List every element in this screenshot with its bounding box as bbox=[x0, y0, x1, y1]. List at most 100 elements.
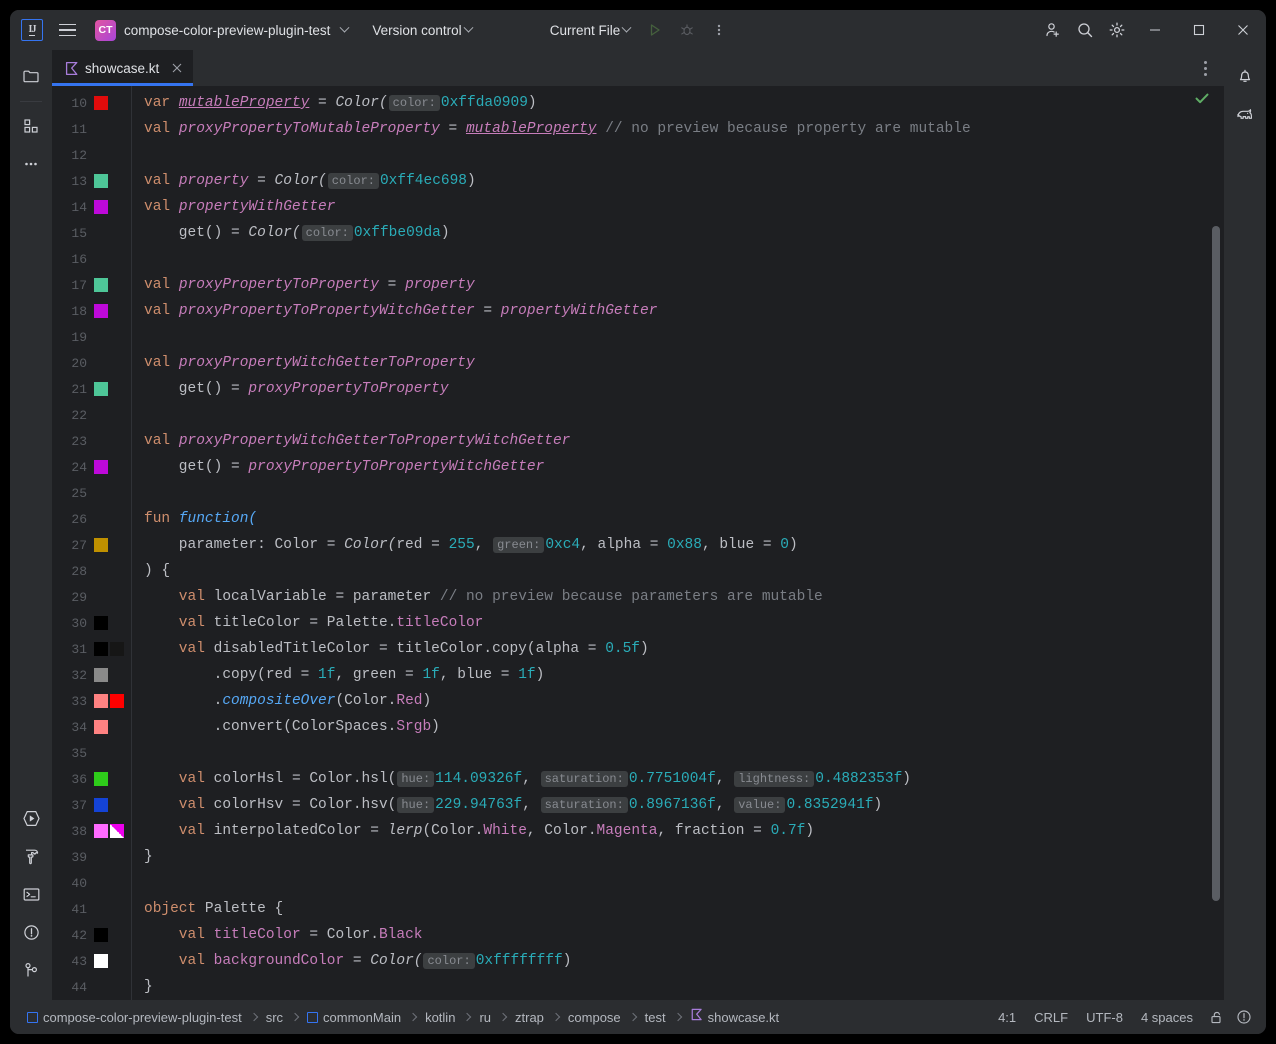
sidebar-item-database[interactable] bbox=[1229, 98, 1261, 130]
line-number: 32 bbox=[71, 667, 87, 683]
sidebar-item-project[interactable] bbox=[15, 60, 47, 92]
color-preview-swatch[interactable] bbox=[94, 278, 108, 292]
breadcrumb-item[interactable]: ru bbox=[476, 1008, 494, 1027]
code-token: 0.7f bbox=[770, 823, 806, 839]
maximize-icon[interactable] bbox=[1178, 10, 1220, 50]
breadcrumb-item[interactable]: compose bbox=[565, 1008, 624, 1027]
breadcrumb-item[interactable]: test bbox=[642, 1008, 669, 1027]
color-preview-swatch[interactable] bbox=[94, 798, 108, 812]
code-token: 0.8967136f bbox=[628, 797, 716, 813]
more-actions-button[interactable] bbox=[704, 16, 734, 44]
hamburger-menu-icon[interactable] bbox=[52, 16, 82, 44]
line-separator-widget[interactable]: CRLF bbox=[1025, 1007, 1077, 1028]
gutter-line: 21 bbox=[52, 376, 132, 402]
color-preview-swatch[interactable] bbox=[94, 720, 108, 734]
right-tool-window-stripe bbox=[1224, 50, 1266, 1000]
breadcrumb-item[interactable]: commonMain bbox=[304, 1008, 404, 1027]
code-line: val proxyPropertyWitchGetterToPropertyWi… bbox=[132, 428, 1224, 454]
line-number: 13 bbox=[71, 173, 87, 189]
version-control-widget[interactable]: Version control bbox=[364, 19, 479, 42]
color-preview-swatch[interactable] bbox=[94, 694, 108, 708]
line-number: 33 bbox=[71, 693, 87, 709]
breadcrumb-item[interactable]: kotlin bbox=[422, 1008, 458, 1027]
parameter-hint: color: bbox=[388, 95, 440, 111]
sidebar-item-run[interactable] bbox=[15, 802, 47, 834]
close-icon[interactable] bbox=[169, 60, 185, 76]
gutter-line: 29 bbox=[52, 584, 132, 610]
editor-tab-label: showcase.kt bbox=[85, 60, 160, 76]
gutter-line: 12 bbox=[52, 142, 132, 168]
code-token: = Color. bbox=[300, 927, 379, 943]
color-preview-swatch[interactable] bbox=[94, 96, 108, 110]
code-token: val bbox=[144, 303, 179, 319]
code-token: = bbox=[378, 277, 406, 293]
color-preview-swatch[interactable] bbox=[110, 824, 124, 838]
gutter-line: 17 bbox=[52, 272, 132, 298]
add-account-icon[interactable] bbox=[1038, 16, 1068, 44]
gutter-color-swatches bbox=[90, 928, 128, 942]
caret-position-widget[interactable]: 4:1 bbox=[989, 1007, 1025, 1028]
color-preview-swatch[interactable] bbox=[94, 954, 108, 968]
breadcrumb-label: test bbox=[644, 1009, 666, 1025]
sidebar-item-more[interactable] bbox=[15, 148, 47, 180]
tab-options-icon[interactable] bbox=[1192, 55, 1218, 81]
project-widget[interactable]: CT compose-color-preview-plugin-test bbox=[90, 17, 356, 44]
editor-vertical-scrollbar[interactable] bbox=[1212, 226, 1220, 901]
breadcrumb-item[interactable]: compose-color-preview-plugin-test bbox=[24, 1008, 245, 1027]
code-token: object bbox=[144, 901, 205, 917]
gutter-line: 24 bbox=[52, 454, 132, 480]
debug-button[interactable] bbox=[672, 16, 702, 44]
ide-body: showcase.kt 10 11 12 13 14 15 16 17 18 19 20 21 22 23… bbox=[10, 50, 1266, 1000]
color-preview-swatch[interactable] bbox=[94, 824, 108, 838]
parameter-hint: saturation: bbox=[540, 797, 628, 813]
sidebar-item-problems[interactable] bbox=[15, 916, 47, 948]
sidebar-item-build[interactable] bbox=[15, 840, 47, 872]
unlocked-icon[interactable] bbox=[1202, 1004, 1230, 1030]
color-preview-swatch[interactable] bbox=[94, 200, 108, 214]
line-number: 22 bbox=[71, 407, 87, 423]
color-preview-swatch[interactable] bbox=[94, 772, 108, 786]
gutter-line: 25 bbox=[52, 480, 132, 506]
breadcrumb-item[interactable]: ztrap bbox=[512, 1008, 547, 1027]
indent-widget[interactable]: 4 spaces bbox=[1132, 1007, 1202, 1028]
inspection-status-ok-icon[interactable] bbox=[1194, 90, 1210, 111]
code-editor[interactable]: 10 11 12 13 14 15 16 17 18 19 20 21 22 23 24 25 26 27 28 29… bbox=[52, 86, 1224, 1000]
color-preview-swatch[interactable] bbox=[110, 642, 124, 656]
run-configuration-selector[interactable]: Current File bbox=[542, 19, 639, 42]
close-icon[interactable] bbox=[1222, 10, 1264, 50]
code-line: val titleColor = Color.Black bbox=[132, 922, 1224, 948]
color-preview-swatch[interactable] bbox=[94, 928, 108, 942]
code-token: parameter: Color = bbox=[144, 537, 345, 553]
code-token: colorHsl = Color.hsl( bbox=[213, 771, 397, 787]
code-token: lerp bbox=[387, 823, 423, 839]
search-icon[interactable] bbox=[1070, 16, 1100, 44]
sidebar-item-version-control[interactable] bbox=[15, 954, 47, 986]
color-preview-swatch[interactable] bbox=[94, 304, 108, 318]
sidebar-item-notifications[interactable] bbox=[1229, 60, 1261, 92]
sidebar-item-terminal[interactable] bbox=[15, 878, 47, 910]
color-preview-swatch[interactable] bbox=[94, 616, 108, 630]
color-preview-swatch[interactable] bbox=[94, 382, 108, 396]
gear-icon[interactable] bbox=[1102, 16, 1132, 44]
color-preview-swatch[interactable] bbox=[94, 174, 108, 188]
color-preview-swatch[interactable] bbox=[94, 538, 108, 552]
sidebar-item-structure[interactable] bbox=[15, 110, 47, 142]
editor-gutter[interactable]: 10 11 12 13 14 15 16 17 18 19 20 21 22 23 24 25 26 27 28 29… bbox=[52, 86, 132, 1000]
color-preview-swatch[interactable] bbox=[94, 460, 108, 474]
inspections-widget-icon[interactable] bbox=[1230, 1004, 1258, 1030]
color-preview-swatch[interactable] bbox=[94, 642, 108, 656]
code-line: .convert(ColorSpaces.Srgb) bbox=[132, 714, 1224, 740]
minimize-icon[interactable] bbox=[1134, 10, 1176, 50]
color-preview-swatch[interactable] bbox=[110, 694, 124, 708]
code-token: fun bbox=[144, 511, 179, 527]
line-number: 29 bbox=[71, 589, 87, 605]
breadcrumb-item[interactable]: src bbox=[263, 1008, 286, 1027]
encoding-widget[interactable]: UTF-8 bbox=[1077, 1007, 1132, 1028]
breadcrumb-item[interactable]: showcase.kt bbox=[687, 1006, 783, 1028]
run-button[interactable] bbox=[640, 16, 670, 44]
editor-tab-showcase-kt[interactable]: showcase.kt bbox=[52, 50, 194, 86]
code-content[interactable]: var mutableProperty = Color(color: 0xffda… bbox=[132, 86, 1224, 1000]
color-preview-swatch[interactable] bbox=[94, 668, 108, 682]
